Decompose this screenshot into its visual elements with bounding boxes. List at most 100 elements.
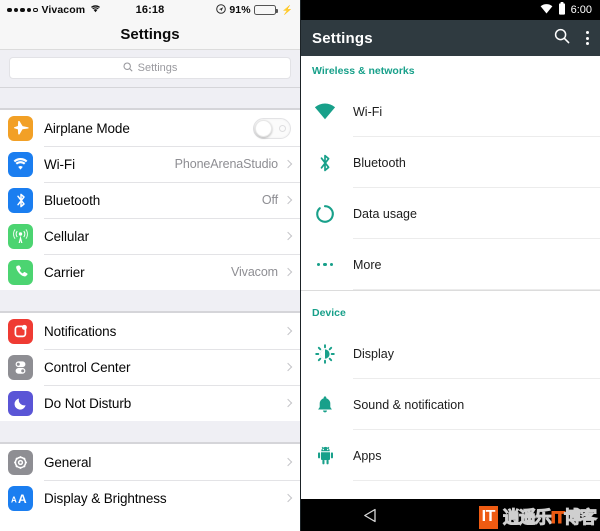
android-row-display[interactable]: Display xyxy=(301,328,600,379)
chevron-right-icon xyxy=(283,267,293,277)
ios-group-spacer xyxy=(0,421,300,443)
ios-settings-group-connectivity: Airplane Mode Wi-Fi PhoneArenaStudio Blu… xyxy=(0,109,300,290)
android-row-apps[interactable]: Apps xyxy=(301,430,600,481)
location-arrow-icon xyxy=(216,3,227,17)
android-row-wifi[interactable]: Wi-Fi xyxy=(301,86,600,137)
android-settings-list: Wireless & networks Wi-Fi Bluetooth Data… xyxy=(301,56,600,481)
bell-icon xyxy=(312,395,338,415)
ios-row-notifications[interactable]: Notifications xyxy=(0,313,300,349)
chevron-right-icon xyxy=(283,457,293,467)
ios-row-label: Control Center xyxy=(44,359,131,375)
android-clock: 6:00 xyxy=(570,4,592,16)
phone-icon xyxy=(8,259,33,285)
ios-search-container: Settings xyxy=(0,50,300,87)
search-placeholder-text: Settings xyxy=(137,62,178,74)
android-app-bar: Settings xyxy=(301,20,600,56)
android-row-label: More xyxy=(353,257,382,272)
ios-row-label: Bluetooth xyxy=(44,192,101,208)
ios-row-wifi[interactable]: Wi-Fi PhoneArenaStudio xyxy=(0,146,300,182)
search-input[interactable]: Settings xyxy=(9,57,291,79)
brightness-icon xyxy=(312,343,338,364)
android-row-label: Sound & notification xyxy=(353,397,465,412)
android-navigation-bar: IT 逍遥乐IT博客 xyxy=(301,499,600,531)
data-usage-icon xyxy=(312,204,338,224)
moon-icon xyxy=(8,390,33,416)
ios-row-general[interactable]: General xyxy=(0,444,300,480)
page-title: Settings xyxy=(120,26,180,43)
airplane-mode-toggle[interactable] xyxy=(253,117,291,139)
side-by-side-settings-comparison: Vivacom 16:18 91% ⚡ Settings Settings Ai… xyxy=(0,0,600,531)
watermark-text: 逍遥乐IT博客 xyxy=(502,508,597,527)
battery-percentage: 91% xyxy=(229,4,251,16)
carrier-name: Vivacom xyxy=(41,4,86,16)
lightning-bolt-icon: ⚡ xyxy=(281,4,293,15)
kebab-menu-icon[interactable] xyxy=(586,31,589,45)
ios-row-do-not-disturb[interactable]: Do Not Disturb xyxy=(0,385,300,421)
android-section-divider xyxy=(301,290,600,298)
android-row-sound-notification[interactable]: Sound & notification xyxy=(301,379,600,430)
ios-row-label: Wi-Fi xyxy=(44,156,75,172)
ios-row-label: Cellular xyxy=(44,228,89,244)
ios-row-label: Do Not Disturb xyxy=(44,395,132,411)
more-dots-icon xyxy=(312,262,338,267)
back-triangle-icon[interactable] xyxy=(363,508,377,523)
signal-strength-dots xyxy=(7,7,38,13)
android-status-bar: 6:00 xyxy=(301,0,600,20)
ios-nav-bar: Settings xyxy=(0,20,300,50)
android-row-label: Bluetooth xyxy=(353,155,406,170)
battery-icon xyxy=(253,5,278,15)
chevron-right-icon xyxy=(283,398,293,408)
ios-settings-group-notifications: Notifications Control Center Do Not Dist… xyxy=(0,312,300,421)
gear-icon xyxy=(8,449,33,475)
ios-row-label: General xyxy=(44,454,92,470)
android-row-data-usage[interactable]: Data usage xyxy=(301,188,600,239)
search-icon[interactable] xyxy=(554,28,570,49)
android-row-more[interactable]: More xyxy=(301,239,600,290)
ios-status-bar: Vivacom 16:18 91% ⚡ xyxy=(0,0,300,20)
svg-text:A: A xyxy=(18,492,27,506)
ios-group-spacer xyxy=(0,290,300,312)
watermark: IT 逍遥乐IT博客 xyxy=(478,506,598,529)
ios-row-value: Vivacom xyxy=(230,265,278,279)
bluetooth-icon xyxy=(8,187,33,213)
ios-row-cellular[interactable]: Cellular xyxy=(0,218,300,254)
ios-row-value: PhoneArenaStudio xyxy=(174,157,278,171)
wifi-icon xyxy=(90,4,101,16)
search-icon xyxy=(123,61,133,75)
ios-settings-group-general: General AA Display & Brightness xyxy=(0,443,300,516)
android-robot-icon xyxy=(312,446,338,465)
wifi-icon xyxy=(312,103,338,120)
section-header-device: Device xyxy=(312,307,346,319)
bluetooth-icon xyxy=(312,153,338,173)
wifi-icon xyxy=(8,151,33,177)
watermark-logo: IT xyxy=(478,506,498,529)
ios-row-carrier[interactable]: Carrier Vivacom xyxy=(0,254,300,290)
ios-row-control-center[interactable]: Control Center xyxy=(0,349,300,385)
android-row-label: Display xyxy=(353,346,394,361)
text-size-icon: AA xyxy=(8,485,33,511)
android-row-label: Wi-Fi xyxy=(353,104,383,119)
ios-row-airplane-mode[interactable]: Airplane Mode xyxy=(0,110,300,146)
chevron-right-icon xyxy=(283,159,293,169)
ios-row-bluetooth[interactable]: Bluetooth Off xyxy=(0,182,300,218)
android-row-label: Apps xyxy=(353,448,382,463)
android-settings-panel: 6:00 Settings Wireless & networks Wi-Fi xyxy=(300,0,600,531)
cell-tower-icon xyxy=(8,223,33,249)
battery-icon xyxy=(558,2,566,18)
chevron-right-icon xyxy=(283,231,293,241)
airplane-icon xyxy=(8,115,33,141)
android-row-bluetooth[interactable]: Bluetooth xyxy=(301,137,600,188)
chevron-right-icon xyxy=(283,195,293,205)
section-header-wireless: Wireless & networks xyxy=(312,65,415,77)
notifications-icon xyxy=(8,318,33,344)
page-title: Settings xyxy=(312,29,373,47)
ios-row-label: Airplane Mode xyxy=(44,120,130,136)
ios-settings-panel: Vivacom 16:18 91% ⚡ Settings Settings Ai… xyxy=(0,0,300,531)
android-row-label: Data usage xyxy=(353,206,417,221)
ios-row-display-brightness[interactable]: AA Display & Brightness xyxy=(0,480,300,516)
ios-row-label: Notifications xyxy=(44,323,117,339)
ios-row-label: Display & Brightness xyxy=(44,490,167,506)
ios-row-label: Carrier xyxy=(44,264,85,280)
svg-text:A: A xyxy=(11,495,17,504)
chevron-right-icon xyxy=(283,326,293,336)
